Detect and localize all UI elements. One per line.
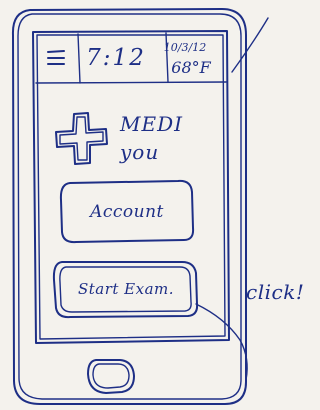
- account-button[interactable]: Account: [62, 182, 192, 242]
- date-text: 10/3/12: [163, 41, 207, 54]
- app-logo: MEDI you: [52, 98, 202, 178]
- clock-time: 7:12: [86, 45, 146, 71]
- temperature-text: 68°F: [171, 58, 211, 77]
- brand-name-line1: MEDI: [120, 112, 184, 136]
- brand-name: MEDI you: [120, 110, 183, 166]
- menu-button[interactable]: [35, 35, 77, 81]
- start-exam-button[interactable]: Start Exam.: [55, 260, 197, 317]
- glare-line: [231, 17, 269, 73]
- date-temperature-widget: 10/3/12 68°F: [155, 38, 215, 78]
- status-bar: 7:12 10/3/12 68°F: [35, 33, 226, 83]
- brand-name-line2: you: [120, 140, 160, 164]
- hamburger-menu-icon: [47, 50, 65, 65]
- click-annotation: click!: [246, 280, 305, 304]
- home-button[interactable]: [82, 352, 142, 400]
- annotation-arrow: [195, 303, 248, 381]
- medical-cross-icon: [55, 112, 108, 165]
